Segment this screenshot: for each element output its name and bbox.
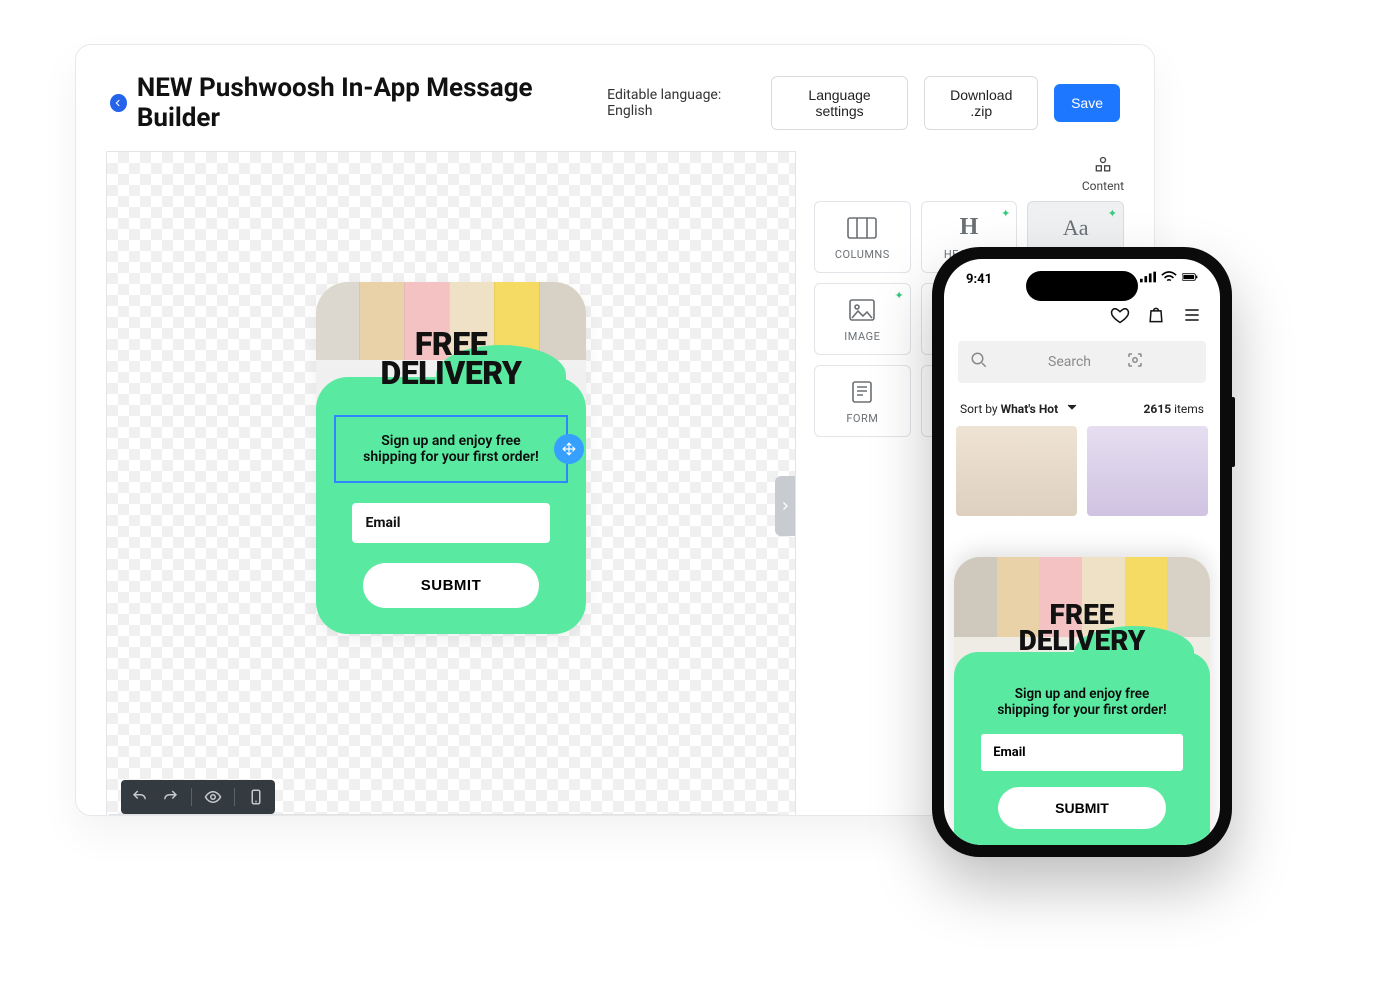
sort-dropdown[interactable]: Sort by What's Hot <box>960 401 1078 416</box>
heading-icon: H <box>960 214 979 242</box>
phone-email-input[interactable]: Email <box>981 734 1183 771</box>
menu-icon[interactable] <box>1182 305 1202 329</box>
camera-scan-icon[interactable] <box>1126 351 1194 373</box>
wifi-icon <box>1161 271 1177 287</box>
dynamic-island <box>1026 271 1138 301</box>
tile-form[interactable]: FORM <box>814 365 911 437</box>
canvas-toolbar <box>121 780 275 814</box>
builder-header: NEW Pushwoosh In-App Message Builder Edi… <box>76 45 1154 151</box>
back-icon[interactable] <box>110 94 127 112</box>
undo-icon[interactable] <box>131 788 149 806</box>
text-icon: Aa <box>1063 214 1089 242</box>
form-icon <box>850 378 874 406</box>
page-title: NEW Pushwoosh In-App Message Builder <box>137 73 591 133</box>
scroll-right-icon[interactable]: ▶ <box>767 815 779 816</box>
ai-spark-icon: ✦ <box>1001 207 1010 220</box>
phone-mockup: 9:41 Search Sort by What's Hot <box>932 247 1232 857</box>
sort-value: What's Hot <box>1001 402 1059 416</box>
phone-screen: 9:41 Search Sort by What's Hot <box>944 259 1220 845</box>
content-tab-label: Content <box>1082 179 1124 193</box>
tile-columns-label: COLUMNS <box>835 248 890 261</box>
phone-popup-subtitle: Sign up and enjoy free shipping for your… <box>997 686 1166 718</box>
sort-row: Sort by What's Hot 2615 items <box>944 391 1220 426</box>
popup-heading: FREE DELIVERY <box>316 330 586 388</box>
signal-icon <box>1140 271 1156 287</box>
heart-icon[interactable] <box>1110 305 1130 329</box>
tile-image-label: IMAGE <box>844 330 880 343</box>
popup-heading-line2: DELIVERY <box>316 359 586 388</box>
download-zip-button[interactable]: Download .zip <box>924 76 1038 130</box>
mobile-view-icon[interactable] <box>247 788 265 806</box>
canvas-inner: FREE DELIVERY Sign up and enjoy free shi… <box>107 152 795 816</box>
product-card[interactable] <box>956 426 1077 516</box>
status-time: 9:41 <box>966 272 992 287</box>
bag-icon[interactable] <box>1146 305 1166 329</box>
tile-image[interactable]: ✦ IMAGE <box>814 283 911 355</box>
product-grid[interactable] <box>944 426 1220 516</box>
scroll-left-icon[interactable]: ◀ <box>109 815 121 816</box>
tile-form-label: FORM <box>846 412 878 425</box>
inapp-popup-card[interactable]: FREE DELIVERY Sign up and enjoy free shi… <box>316 282 586 634</box>
move-handle-icon[interactable] <box>554 434 584 464</box>
popup-subtitle-line2: shipping for your first order! <box>346 449 556 465</box>
image-icon <box>849 296 875 324</box>
items-count: 2615 items <box>1144 402 1204 416</box>
product-card[interactable] <box>1087 426 1208 516</box>
email-input[interactable]: Email <box>352 503 551 543</box>
content-tab[interactable]: Content <box>1082 155 1124 193</box>
phone-popup-heading: FREE DELIVERY <box>954 602 1210 654</box>
editor-canvas[interactable]: FREE DELIVERY Sign up and enjoy free shi… <box>106 151 796 816</box>
search-input[interactable]: Search <box>958 341 1206 383</box>
language-status: Editable language: English <box>607 87 755 119</box>
phone-inapp-popup: FREE DELIVERY Sign up and enjoy free shi… <box>954 557 1210 845</box>
redo-icon[interactable] <box>161 788 179 806</box>
selected-text-block[interactable]: Sign up and enjoy free shipping for your… <box>334 415 568 483</box>
save-button[interactable]: Save <box>1054 84 1120 122</box>
popup-subtitle-line1: Sign up and enjoy free <box>346 433 556 449</box>
popup-body: Sign up and enjoy free shipping for your… <box>316 377 586 634</box>
tile-columns[interactable]: COLUMNS <box>814 201 911 273</box>
chevron-down-icon <box>1066 401 1078 416</box>
columns-icon <box>847 214 877 242</box>
ai-spark-icon: ✦ <box>894 289 903 302</box>
horizontal-scrollbar[interactable]: ◀ ▶ <box>109 814 779 816</box>
collapse-panel-toggle[interactable] <box>775 476 795 536</box>
language-settings-button[interactable]: Language settings <box>771 76 909 130</box>
search-placeholder: Search <box>1048 354 1116 370</box>
preview-icon[interactable] <box>204 788 222 806</box>
search-icon <box>970 351 1038 373</box>
battery-icon <box>1182 271 1198 287</box>
sort-prefix: Sort by <box>960 402 1001 416</box>
phone-submit-button[interactable]: SUBMIT <box>998 787 1166 829</box>
ai-spark-icon: ✦ <box>1108 207 1117 220</box>
submit-button[interactable]: SUBMIT <box>363 563 539 608</box>
